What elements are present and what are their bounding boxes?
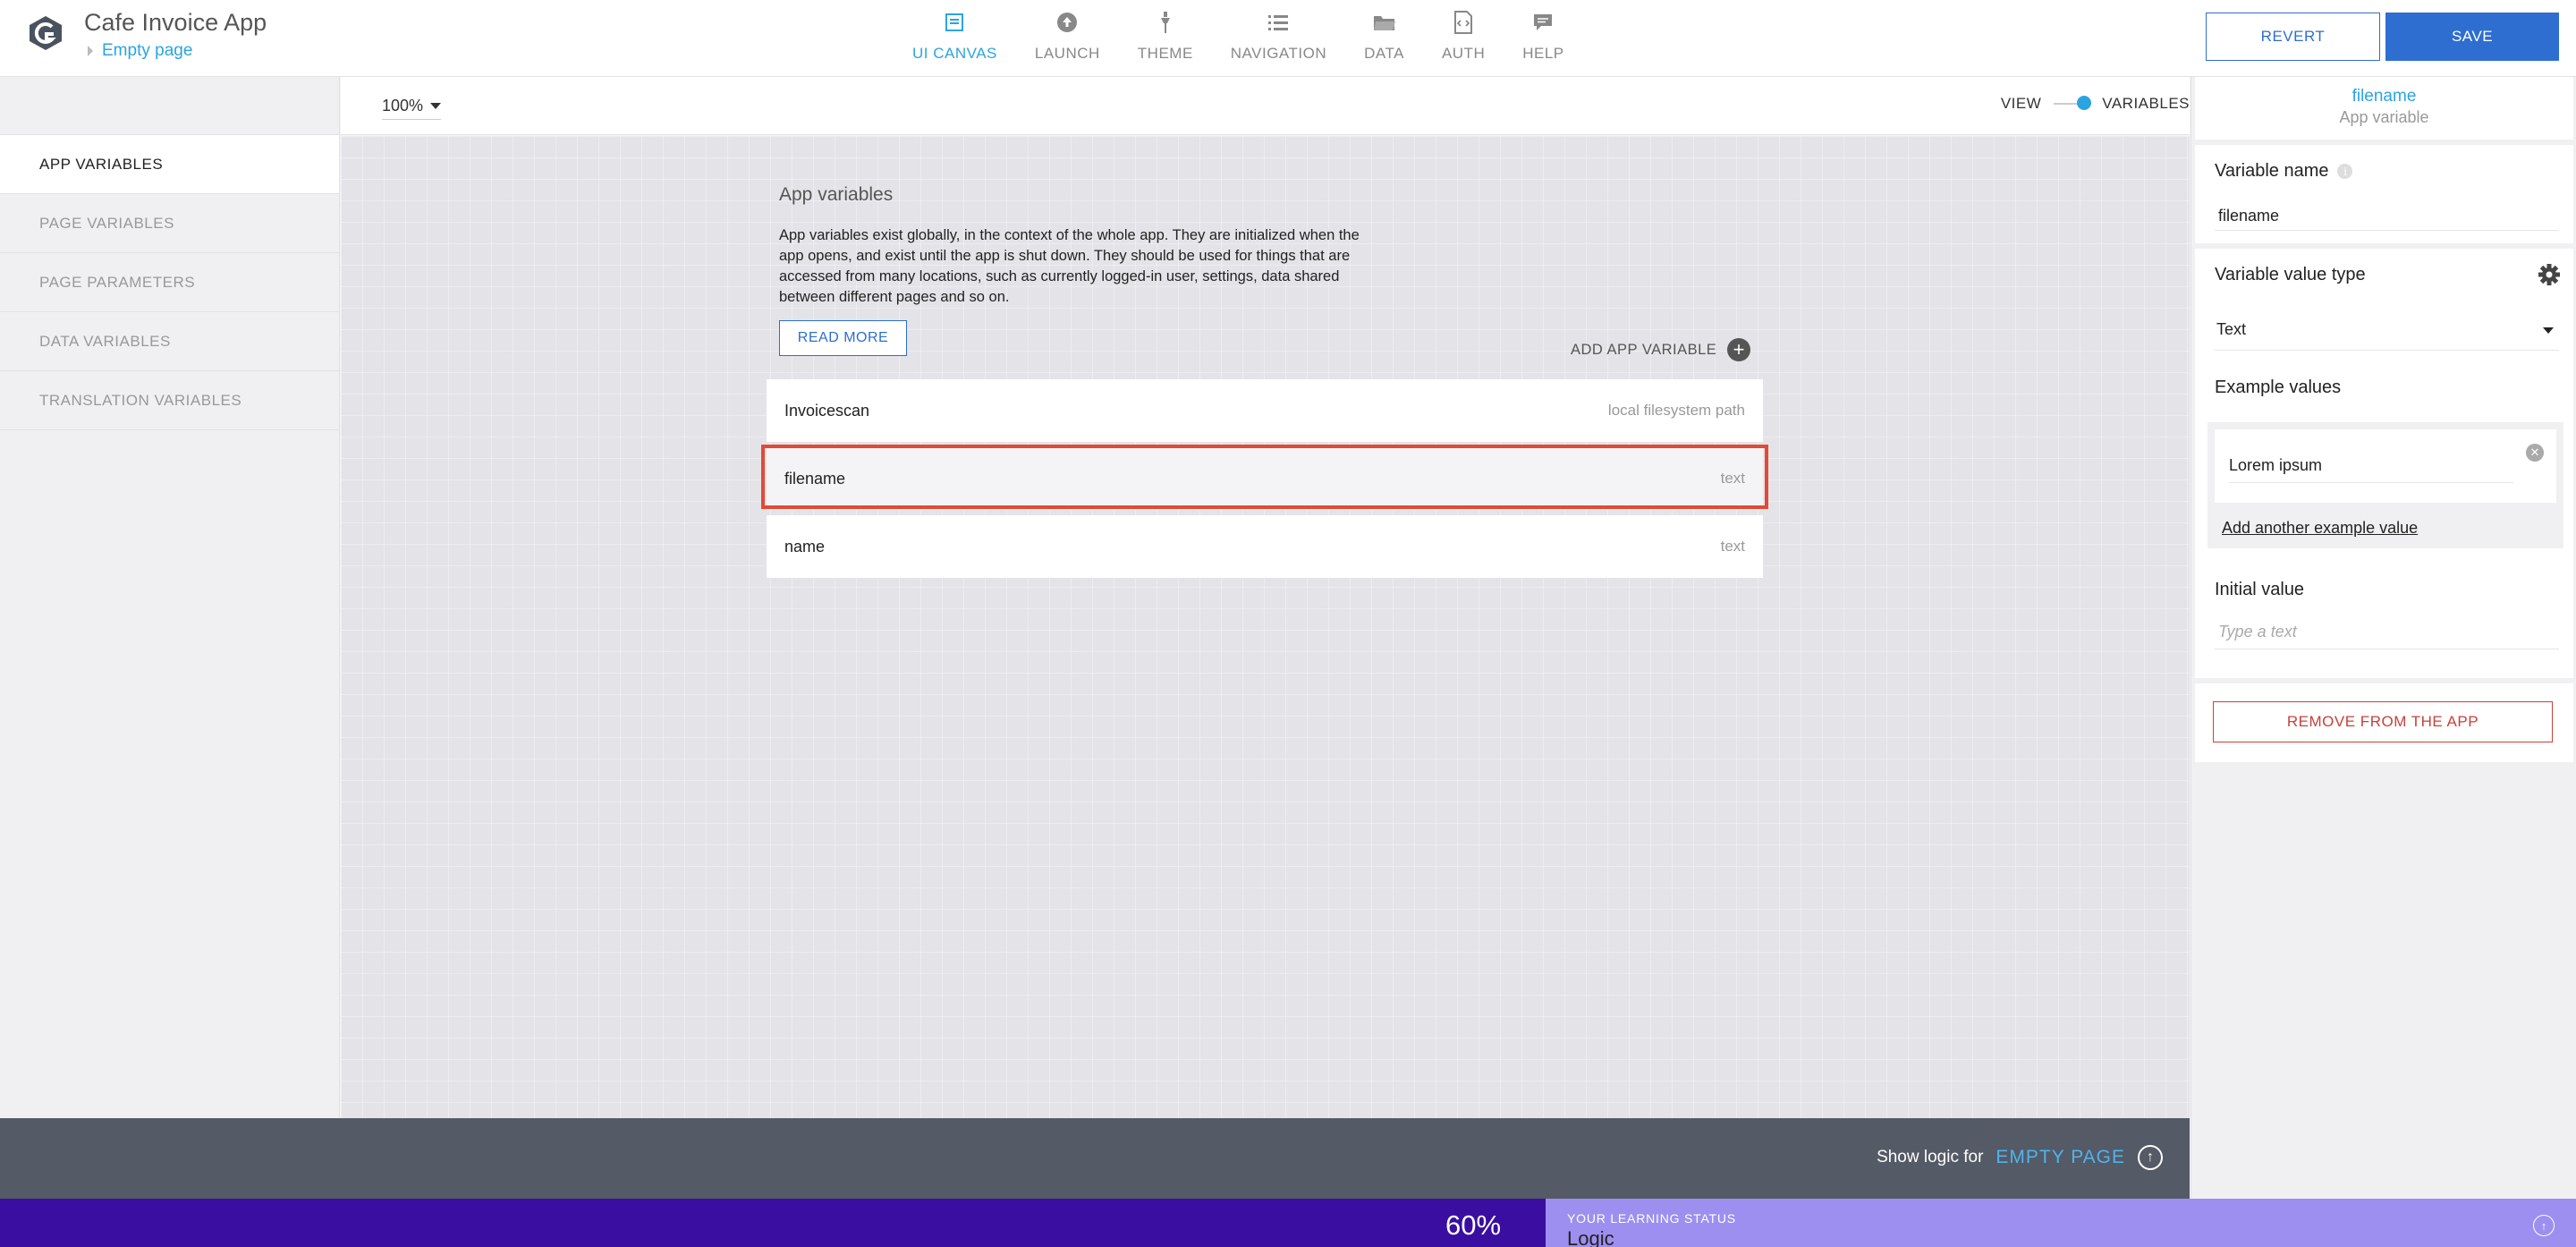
variable-name: filename [784,469,846,488]
nav-label: DATA [1364,45,1404,62]
ui-canvas-icon [941,11,968,34]
properties-header: filename App variable [2195,77,2573,140]
auth-icon [1450,11,1477,34]
value-type-label: Variable value type [2215,265,2366,284]
caret-right-icon [88,46,93,56]
arrow-up-circle-icon[interactable]: ↑ [2533,1215,2555,1236]
app-logo-icon[interactable] [27,14,64,52]
sidebar-item-translation-variables[interactable]: TRANSLATION VARIABLES [0,371,339,430]
top-navigation: UI CANVAS LAUNCH THEME NAVIGATION DATA A… [912,0,1602,77]
initial-value-label: Initial value [2215,580,2305,599]
learning-status-bar: 60% YOUR LEARNING STATUS Logic ↑ [0,1199,2576,1247]
example-values-label: Example values [2215,377,2342,397]
nav-label: HELP [1522,45,1564,62]
nav-label: THEME [1137,45,1193,62]
learning-status-label: YOUR LEARNING STATUS [1567,1211,1736,1226]
zoom-select[interactable]: 100% [382,97,442,120]
sidebar-item-app-variables[interactable]: APP VARIABLES [0,135,339,194]
add-app-variable-button[interactable]: ADD APP VARIABLE + [1571,338,1751,361]
nav-data[interactable]: DATA [1364,0,1404,77]
canvas-toolbar: 100% VIEW VARIABLES [341,77,2190,135]
theme-icon [1152,11,1179,34]
variable-name-label: Variable name i [2215,161,2353,182]
nav-launch[interactable]: LAUNCH [1035,0,1100,77]
variables-sidebar: APP VARIABLES PAGE VARIABLES PAGE PARAME… [0,77,340,1118]
info-icon[interactable]: i [2337,164,2353,179]
save-button[interactable]: SAVE [2385,13,2559,61]
toggle-switch[interactable] [2054,96,2092,110]
logic-page-name: EMPTY PAGE [1996,1147,2125,1167]
clear-icon[interactable]: ✕ [2526,444,2544,462]
section-description: App variables exist globally, in the con… [779,227,1360,305]
nav-ui-canvas[interactable]: UI CANVAS [912,0,997,77]
variable-name: name [784,537,826,556]
initial-value-input[interactable] [2215,615,2559,649]
page-selector[interactable]: Empty page [88,41,192,61]
selected-variable-name: filename [2351,87,2417,106]
revert-button[interactable]: REVERT [2206,13,2380,61]
learning-percent: 60% [1445,1209,1502,1241]
help-icon [1530,11,1556,34]
logic-bar: Show logic for EMPTY PAGE ↑ [0,1118,2190,1199]
add-app-variable-label: ADD APP VARIABLE [1571,341,1717,358]
nav-label: LAUNCH [1034,45,1100,62]
nav-help[interactable]: HELP [1522,0,1563,77]
show-logic-label: Show logic for [1877,1148,1984,1166]
selected-variable-kind: App variable [2339,108,2429,126]
sidebar-item-page-parameters[interactable]: PAGE PARAMETERS [0,253,339,312]
value-type-select[interactable]: Text [2215,315,2559,351]
current-page-label: Empty page [102,41,193,60]
add-example-value-link[interactable]: Add another example value [2222,519,2418,538]
chevron-down-icon [2543,327,2554,334]
sidebar-header [0,77,339,135]
view-label: VIEW [2000,95,2042,112]
remove-card: REMOVE FROM THE APP [2195,683,2573,762]
nav-auth[interactable]: AUTH [1442,0,1485,77]
nav-theme[interactable]: THEME [1138,0,1193,77]
app-title: Cafe Invoice App [84,9,267,36]
variable-value-card: Variable value type Text Example values [2195,249,2573,678]
zoom-value: 100% [382,97,424,115]
nav-label: AUTH [1441,45,1486,62]
navigation-icon [1265,11,1292,34]
value-type-value: Text [2216,320,2247,338]
learning-topic: Logic [1567,1227,1614,1247]
variable-type: text [1720,470,1745,487]
sidebar-item-page-variables[interactable]: PAGE VARIABLES [0,194,339,253]
variables-canvas: App variables App variables exist global… [341,136,2190,1118]
variable-row[interactable]: Invoicescan local filesystem path [767,379,1763,442]
top-header: Cafe Invoice App Empty page UI CANVAS LA… [0,0,2576,77]
variable-row[interactable]: name text [767,515,1763,578]
plus-icon: + [1727,338,1751,361]
data-folder-icon [1371,11,1398,34]
remove-from-app-button[interactable]: REMOVE FROM THE APP [2213,701,2553,742]
example-value-card: ✕ [2215,429,2556,503]
launch-icon [1054,11,1080,34]
variable-name-label-text: Variable name [2215,161,2329,181]
arrow-up-circle-icon[interactable]: ↑ [2138,1145,2163,1170]
nav-label: NAVIGATION [1230,45,1327,62]
properties-panel: filename App variable Variable name i Va… [2190,77,2576,1199]
variable-type: local filesystem path [1607,402,1745,419]
view-variables-toggle[interactable]: VIEW VARIABLES [2001,95,2190,113]
chevron-down-icon [430,103,442,109]
variable-name: Invoicescan [784,401,870,420]
read-more-button[interactable]: READ MORE [779,320,907,356]
example-values-box: ✕ Add another example value [2207,422,2563,548]
nav-label: UI CANVAS [912,45,997,62]
sidebar-item-data-variables[interactable]: DATA VARIABLES [0,312,339,371]
variables-label: VARIABLES [2102,95,2190,112]
variable-row-selected[interactable]: filename text [767,447,1763,510]
show-logic-toggle[interactable]: Show logic for EMPTY PAGE ↑ [1877,1145,2163,1170]
example-value-input[interactable] [2229,449,2513,483]
variable-type: text [1720,538,1745,555]
gear-icon[interactable] [2538,263,2561,286]
variable-name-input[interactable] [2215,202,2559,231]
variable-name-card: Variable name i [2195,145,2573,243]
toggle-knob[interactable] [2077,96,2092,110]
learning-status-panel[interactable]: YOUR LEARNING STATUS Logic ↑ [1546,1199,2576,1247]
nav-navigation[interactable]: NAVIGATION [1231,0,1326,77]
section-title: App variables [779,184,894,205]
